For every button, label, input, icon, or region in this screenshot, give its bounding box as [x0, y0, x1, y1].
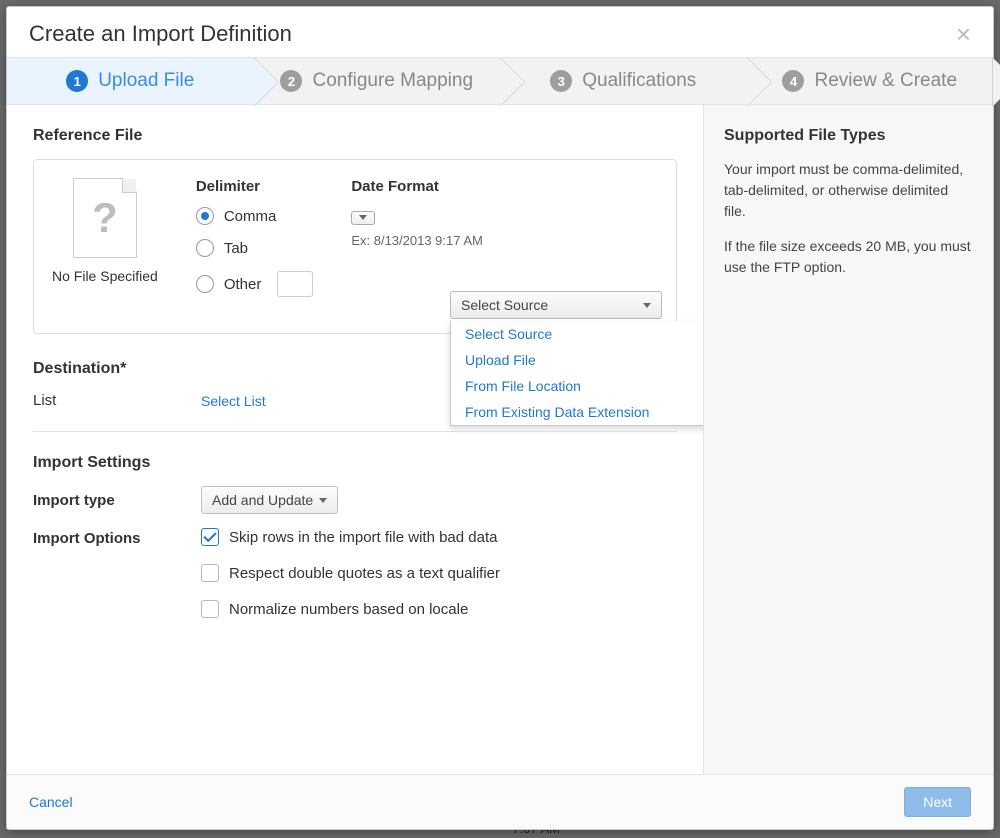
- import-type-dropdown[interactable]: Add and Update: [201, 486, 338, 514]
- checkbox-normalize-numbers[interactable]: [201, 600, 219, 618]
- import-type-label: Import type: [33, 492, 201, 509]
- checkbox-respect-quotes[interactable]: [201, 564, 219, 582]
- wizard-steps: 1Upload File 2Configure Mapping 3Qualifi…: [7, 57, 993, 105]
- sidebar-heading: Supported File Types: [724, 127, 973, 145]
- import-type-row: Import type Add and Update: [33, 486, 677, 514]
- delimiter-tab-row[interactable]: Tab: [196, 239, 314, 257]
- divider: [33, 431, 677, 432]
- delimiter-heading: Delimiter: [196, 178, 314, 195]
- chevron-down-icon: [643, 303, 651, 308]
- chevron-down-icon: [319, 498, 327, 503]
- import-options-label: Import Options: [33, 528, 201, 636]
- reference-file-heading: Reference File: [33, 127, 677, 145]
- step-review-create[interactable]: 4Review & Create: [747, 58, 994, 104]
- step-upload-file[interactable]: 1Upload File: [7, 58, 254, 104]
- option-respect-quotes[interactable]: Respect double quotes as a text qualifie…: [201, 564, 500, 582]
- modal-header: Create an Import Definition ×: [7, 7, 993, 57]
- import-definition-modal: Create an Import Definition × 1Upload Fi…: [6, 6, 994, 830]
- cancel-button[interactable]: Cancel: [29, 794, 73, 810]
- date-format-example: Ex: 8/13/2013 9:17 AM: [351, 233, 483, 248]
- file-preview: ? No File Specified: [52, 178, 158, 311]
- select-list-link[interactable]: Select List: [201, 393, 266, 409]
- radio-tab[interactable]: [196, 239, 214, 257]
- close-icon[interactable]: ×: [956, 21, 971, 47]
- step-qualifications[interactable]: 3Qualifications: [500, 58, 747, 104]
- select-source-button[interactable]: Select Source: [450, 291, 662, 319]
- source-option-select-source[interactable]: Select Source: [451, 321, 703, 347]
- source-option-upload-file[interactable]: Upload File: [451, 347, 703, 373]
- option-normalize-numbers[interactable]: Normalize numbers based on locale: [201, 600, 500, 618]
- select-source-wrap: Select Source Select Source Upload File …: [450, 291, 662, 319]
- reference-file-box: ? No File Specified Delimiter Comma Tab: [33, 159, 677, 334]
- date-format-heading: Date Format: [351, 178, 483, 195]
- source-option-existing-de[interactable]: From Existing Data Extension: [451, 399, 703, 425]
- main-column: Reference File ? No File Specified Delim…: [7, 105, 703, 774]
- date-format-dropdown[interactable]: [351, 211, 375, 225]
- delimiter-comma-row[interactable]: Comma: [196, 207, 314, 225]
- sidebar: Supported File Types Your import must be…: [703, 105, 993, 774]
- step-configure-mapping[interactable]: 2Configure Mapping: [254, 58, 501, 104]
- source-option-file-location[interactable]: From File Location: [451, 373, 703, 399]
- option-skip-bad-rows[interactable]: Skip rows in the import file with bad da…: [201, 528, 500, 546]
- sidebar-text-2: If the file size exceeds 20 MB, you must…: [724, 236, 973, 278]
- checkbox-skip-bad-rows[interactable]: [201, 528, 219, 546]
- delimiter-block: Delimiter Comma Tab Other: [196, 178, 314, 311]
- import-settings-heading: Import Settings: [33, 454, 677, 472]
- chevron-down-icon: [359, 215, 367, 220]
- radio-comma[interactable]: [196, 207, 214, 225]
- select-source-dropdown: Select Source Upload File From File Loca…: [450, 321, 703, 426]
- modal-footer: Cancel Next: [7, 774, 993, 829]
- delimiter-other-row[interactable]: Other: [196, 271, 314, 297]
- file-icon: ?: [73, 178, 137, 258]
- next-button[interactable]: Next: [904, 787, 971, 817]
- modal-title: Create an Import Definition: [29, 21, 292, 47]
- import-options-block: Import Options Skip rows in the import f…: [33, 528, 677, 636]
- no-file-label: No File Specified: [52, 268, 158, 284]
- radio-other[interactable]: [196, 275, 214, 293]
- destination-list-label: List: [33, 392, 201, 409]
- sidebar-text-1: Your import must be comma-delimited, tab…: [724, 159, 973, 222]
- delimiter-other-input[interactable]: [277, 271, 313, 297]
